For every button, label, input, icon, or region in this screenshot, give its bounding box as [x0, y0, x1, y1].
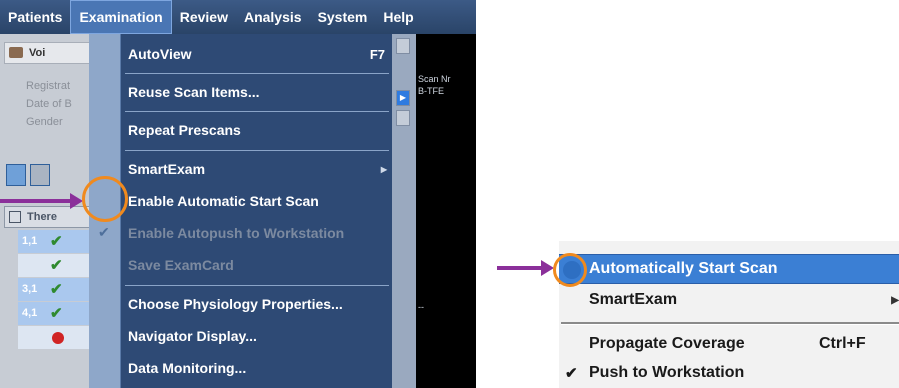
menu-item-label: Automatically Start Scan — [589, 260, 778, 277]
image-viewer[interactable]: Scan Nr B-TFE -- — [416, 34, 476, 388]
menu-item-smartexam[interactable]: SmartExam ▶ — [121, 153, 393, 185]
annotation-arrow — [0, 199, 72, 203]
menu-patients[interactable]: Patients — [0, 0, 70, 34]
date-of-birth-field-label: Date of B — [26, 98, 72, 110]
annotation-arrow — [497, 266, 543, 270]
error-icon — [52, 332, 64, 344]
zoomed-menu-panel: Automatically Start Scan SmartExam ▶ Pro… — [559, 241, 899, 388]
registration-field-label: Registrat — [26, 80, 71, 92]
menu-item-label: AutoView — [128, 46, 192, 62]
menu-item-navigator-display[interactable]: Navigator Display... — [121, 320, 393, 352]
menu-item-label: Data Monitoring... — [128, 360, 247, 376]
menu-item-label: Navigator Display... — [128, 328, 257, 344]
toolbar-button[interactable] — [396, 38, 410, 54]
expand-arrow-icon[interactable]: ▶ — [396, 90, 410, 106]
menu-item-enable-autopush: Enable Autopush to Workstation — [121, 217, 393, 249]
menu-item-enable-automatic-start-scan[interactable]: Enable Automatic Start Scan — [121, 185, 393, 217]
menu-item-label: Push to Workstation — [589, 364, 745, 381]
calculator-view-button[interactable] — [30, 164, 50, 186]
menu-item-label: Save ExamCard — [128, 257, 234, 273]
shortcut-label: Ctrl+F — [819, 335, 866, 352]
menu-item-label: Repeat Prescans — [128, 122, 241, 138]
side-toolbar: ▶ — [392, 34, 416, 388]
patient-name: Voi — [29, 47, 46, 59]
scan-row[interactable] — [18, 326, 92, 350]
patient-icon — [9, 47, 23, 58]
submenu-arrow-icon: ▶ — [891, 294, 899, 306]
menu-help[interactable]: Help — [375, 0, 421, 34]
patient-panel: Voi Registrat Date of B Gender There 1,1… — [0, 34, 92, 388]
menu-separator — [125, 111, 389, 112]
checkmark-icon: ✔ — [50, 233, 63, 250]
scan-nr-label: Scan Nr — [418, 74, 451, 84]
annotation-arrow-head — [70, 193, 83, 209]
menu-item-choose-physiology[interactable]: Choose Physiology Properties... — [121, 288, 393, 320]
menu-examination[interactable]: Examination — [70, 0, 172, 34]
examination-dropdown-menu: AutoView F7 Reuse Scan Items... Repeat P… — [120, 34, 393, 388]
scan-number: 3,1 — [22, 283, 38, 295]
checkmark-icon: ✔ — [50, 257, 63, 274]
menu-item-label: Reuse Scan Items... — [128, 84, 260, 100]
sequence-label: B-TFE — [418, 86, 444, 96]
menu-separator — [125, 285, 389, 286]
menu-item-label: SmartExam — [128, 161, 206, 177]
scan-row[interactable]: 3,1 ✔ — [18, 278, 92, 302]
scan-list-header[interactable]: There — [4, 206, 92, 228]
menu-item-data-monitoring[interactable]: Data Monitoring... — [121, 352, 393, 384]
menu-item-autoview[interactable]: AutoView F7 — [121, 38, 393, 70]
menu-separator — [561, 322, 899, 325]
gender-field-label: Gender — [26, 116, 63, 128]
menu-item-label: Enable Autopush to Workstation — [128, 225, 345, 241]
menu-bar: Patients Examination Review Analysis Sys… — [0, 0, 476, 34]
menu-system[interactable]: System — [310, 0, 376, 34]
menu-item-label: SmartExam — [589, 291, 678, 308]
menu-item-label: Enable Automatic Start Scan — [128, 193, 319, 209]
scan-row[interactable]: 4,1 ✔ — [18, 302, 92, 326]
menu-item-label: Choose Physiology Properties... — [128, 296, 343, 312]
collapse-icon — [9, 211, 21, 223]
menu-item-propagate-coverage[interactable]: Propagate Coverage Ctrl+F — [559, 329, 899, 359]
view-toggle-group — [6, 164, 50, 186]
menu-item-smartexam[interactable]: SmartExam ▶ — [559, 285, 899, 315]
checkmark-icon: ✔ — [98, 224, 110, 240]
submenu-arrow-icon: ▶ — [380, 164, 387, 174]
menu-item-save-examcard: Save ExamCard — [121, 249, 393, 281]
list-view-button[interactable] — [6, 164, 26, 186]
menu-review[interactable]: Review — [172, 0, 236, 34]
menu-item-label: Propagate Coverage — [589, 335, 745, 352]
annotation-circle — [82, 176, 128, 222]
scan-row[interactable]: ✔ — [18, 254, 92, 278]
viewer-marker: -- — [418, 302, 424, 312]
scan-row[interactable]: 1,1 ✔ — [18, 230, 92, 254]
menu-item-automatically-start-scan[interactable]: Automatically Start Scan — [559, 254, 899, 284]
menu-separator — [125, 150, 389, 151]
toolbar-button[interactable] — [396, 110, 410, 126]
scan-number: 1,1 — [22, 235, 38, 247]
checkmark-icon: ✔ — [50, 305, 63, 322]
annotation-circle — [553, 253, 587, 287]
menu-item-push-to-workstation[interactable]: ✔ Push to Workstation — [559, 358, 899, 388]
patient-name-header: Voi — [4, 42, 92, 64]
checkmark-icon: ✔ — [565, 365, 578, 382]
menu-item-repeat-prescans[interactable]: Repeat Prescans — [121, 114, 393, 146]
menu-item-reuse-scan-items[interactable]: Reuse Scan Items... — [121, 76, 393, 108]
menu-separator — [125, 73, 389, 74]
scan-list-title: There — [27, 211, 57, 223]
checkmark-icon: ✔ — [50, 281, 63, 298]
scan-number: 4,1 — [22, 307, 38, 319]
menu-analysis[interactable]: Analysis — [236, 0, 310, 34]
shortcut-label: F7 — [369, 46, 385, 62]
